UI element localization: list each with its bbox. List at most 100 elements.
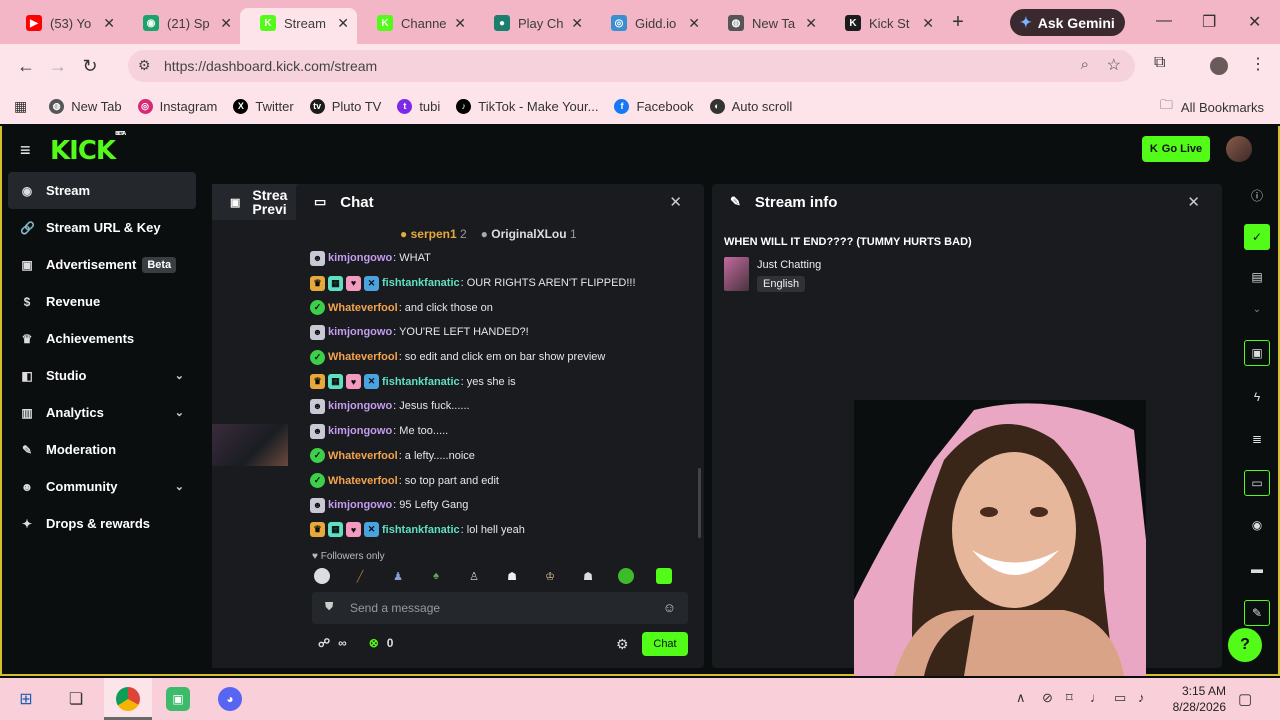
list-icon[interactable]: ≣ xyxy=(1244,426,1270,452)
stream-category[interactable]: Just Chatting xyxy=(757,259,821,271)
browser-tab[interactable]: ● Play Ch ✕ xyxy=(474,8,591,44)
profile-avatar[interactable] xyxy=(1210,57,1228,75)
reload-icon[interactable]: ↻ xyxy=(74,56,106,77)
browser-tab[interactable]: ◎ Gidd.io ✕ xyxy=(591,8,708,44)
tab-close-icon[interactable]: ✕ xyxy=(571,15,583,32)
emote-icon[interactable]: ☗ xyxy=(580,568,596,584)
sidebar-item-drops-rewards[interactable]: ✦ Drops & rewards xyxy=(8,505,196,542)
hamburger-menu-icon[interactable]: ≡ xyxy=(20,140,31,161)
tab-close-icon[interactable]: ✕ xyxy=(805,15,817,32)
sidebar-item-community[interactable]: ☻ Community ⌄ xyxy=(8,468,196,505)
chat-username[interactable]: fishtankfanatic xyxy=(382,376,460,388)
sidebar-item-moderation[interactable]: ✎ Moderation xyxy=(8,431,196,468)
emote-icon[interactable]: ♠ xyxy=(428,568,444,584)
bookmark-item[interactable]: t tubi xyxy=(397,98,440,114)
site-settings-icon[interactable]: ⚙ xyxy=(138,57,151,74)
record-icon[interactable]: ◉ xyxy=(1244,512,1270,538)
browser-tab[interactable]: K Stream ✕ xyxy=(240,8,357,44)
chat-username[interactable]: kimjongowo xyxy=(328,499,392,511)
emote-icon[interactable] xyxy=(656,568,672,584)
chat-toggle-icon[interactable]: ▭ xyxy=(1244,470,1270,496)
network-off-icon[interactable]: ⊘ xyxy=(1042,690,1053,706)
tab-close-icon[interactable]: ✕ xyxy=(454,15,466,32)
bookmark-item[interactable]: ◐ Auto scroll xyxy=(709,98,792,114)
close-stream-info-icon[interactable]: ✕ xyxy=(1187,193,1200,211)
chat-username[interactable]: Whateverfool xyxy=(328,450,398,462)
user-avatar[interactable] xyxy=(1226,136,1252,162)
wrench-toggle-icon[interactable]: ✎ xyxy=(1244,600,1270,626)
all-bookmarks[interactable]: 🗀 All Bookmarks xyxy=(1160,96,1264,118)
bookmark-item[interactable]: ◎ Instagram xyxy=(137,98,217,114)
chevron-down-icon[interactable]: ⌄ xyxy=(1244,296,1270,322)
emote-icon[interactable]: ♙ xyxy=(466,568,482,584)
bookmark-item[interactable]: ♪ TikTok - Make Your... xyxy=(456,98,598,114)
chat-username[interactable]: kimjongowo xyxy=(328,425,392,437)
emote-icon[interactable]: ♟ xyxy=(390,568,406,584)
chevron-down-icon[interactable]: ⌄ xyxy=(175,480,184,493)
send-chat-button[interactable]: Chat xyxy=(642,632,688,656)
browser-tab[interactable]: ▶ (53) Yo ✕ xyxy=(6,8,123,44)
extensions-icon[interactable]: ⧉ xyxy=(1154,54,1165,72)
tab-close-icon[interactable]: ✕ xyxy=(220,15,232,32)
lightning-icon[interactable]: ϟ xyxy=(1244,384,1270,410)
usb-icon[interactable]: ⌑ xyxy=(1066,690,1073,706)
windows-start-icon[interactable]: ⊞ xyxy=(14,687,38,711)
menu-kebab-icon[interactable]: ⋮ xyxy=(1250,54,1266,74)
bookmark-item[interactable]: X Twitter xyxy=(233,98,294,114)
chat-username[interactable]: kimjongowo xyxy=(328,252,392,264)
bookmark-star-icon[interactable]: ☆ xyxy=(1107,55,1121,75)
preview-toggle-icon[interactable]: ▣ xyxy=(1244,340,1270,366)
save-icon[interactable]: ▬ xyxy=(1244,556,1270,582)
chat-message-input[interactable]: ⛊ Send a message ☺ xyxy=(312,592,688,624)
emote-icon[interactable] xyxy=(314,568,330,584)
browser-tab[interactable]: K Kick St ✕ xyxy=(825,8,942,44)
forward-icon[interactable]: → xyxy=(42,56,74,77)
chevron-down-icon[interactable]: ⌄ xyxy=(175,406,184,419)
chat-username[interactable]: kimjongowo xyxy=(328,400,392,412)
close-window-icon[interactable]: ✕ xyxy=(1248,12,1261,32)
sidebar-item-stream[interactable]: ◉ Stream xyxy=(8,172,196,209)
chat-username[interactable]: kimjongowo xyxy=(328,326,392,338)
category-thumbnail[interactable] xyxy=(724,257,749,291)
pinned-user-2[interactable]: ● OriginalXLou 1 xyxy=(481,227,577,241)
sidebar-item-revenue[interactable]: $ Revenue xyxy=(8,283,196,320)
tab-close-icon[interactable]: ✕ xyxy=(103,15,115,32)
help-chat-button[interactable]: ? xyxy=(1228,628,1262,662)
display-icon[interactable]: ▭ xyxy=(1114,690,1126,706)
emoji-icon[interactable]: ☺ xyxy=(663,600,676,615)
chat-username[interactable]: Whateverfool xyxy=(328,302,398,314)
address-bar[interactable]: ⚙ https://dashboard.kick.com/stream ⌕ ☆ xyxy=(128,50,1135,82)
task-view-icon[interactable]: ❏ xyxy=(64,687,88,711)
browser-tab[interactable]: ◍ New Ta ✕ xyxy=(708,8,825,44)
back-icon[interactable]: ← xyxy=(10,56,42,77)
system-clock[interactable]: 3:15 AM 8/28/2026 xyxy=(1160,683,1226,715)
tab-close-icon[interactable]: ✕ xyxy=(688,15,700,32)
notifications-icon[interactable]: ▢ xyxy=(1238,690,1252,708)
chat-username[interactable]: Whateverfool xyxy=(328,475,398,487)
app-icon[interactable]: ▣ xyxy=(166,687,190,711)
minimize-icon[interactable]: — xyxy=(1156,12,1172,30)
tray-chevron-up-icon[interactable]: ∧ xyxy=(1016,690,1026,706)
tab-close-icon[interactable]: ✕ xyxy=(922,15,934,32)
sidebar-item-studio[interactable]: ◧ Studio ⌄ xyxy=(8,357,196,394)
browser-tab[interactable]: K Channe ✕ xyxy=(357,8,474,44)
emote-icon[interactable] xyxy=(618,568,634,584)
restore-icon[interactable]: ❐ xyxy=(1202,12,1216,32)
apps-grid-icon[interactable]: ▦ xyxy=(14,98,27,115)
chevron-down-icon[interactable]: ⌄ xyxy=(175,369,184,382)
pinned-user-1[interactable]: ● serpen1 2 xyxy=(400,227,467,241)
browser-tab[interactable]: ◉ (21) Sp ✕ xyxy=(123,8,240,44)
info-icon[interactable]: ⓘ xyxy=(1244,182,1270,208)
bookmark-item[interactable]: ◍ New Tab xyxy=(49,98,122,114)
chat-settings-icon[interactable]: ⚙ xyxy=(616,636,629,653)
new-tab-icon[interactable]: + xyxy=(942,11,974,44)
chrome-icon[interactable] xyxy=(116,687,140,711)
checkmark-icon[interactable]: ✓ xyxy=(1244,224,1270,250)
kick-logo[interactable]: KICKBETA xyxy=(50,131,126,166)
sidebar-item-analytics[interactable]: ▥ Analytics ⌄ xyxy=(8,394,196,431)
speaker-icon[interactable]: ♪ xyxy=(1138,690,1145,705)
ask-gemini-button[interactable]: ✦ Ask Gemini xyxy=(1010,9,1125,36)
microphone-icon[interactable]: ♩ xyxy=(1090,690,1103,705)
chat-scrollbar[interactable] xyxy=(698,468,701,538)
discord-icon[interactable]: ◕ xyxy=(218,687,242,711)
